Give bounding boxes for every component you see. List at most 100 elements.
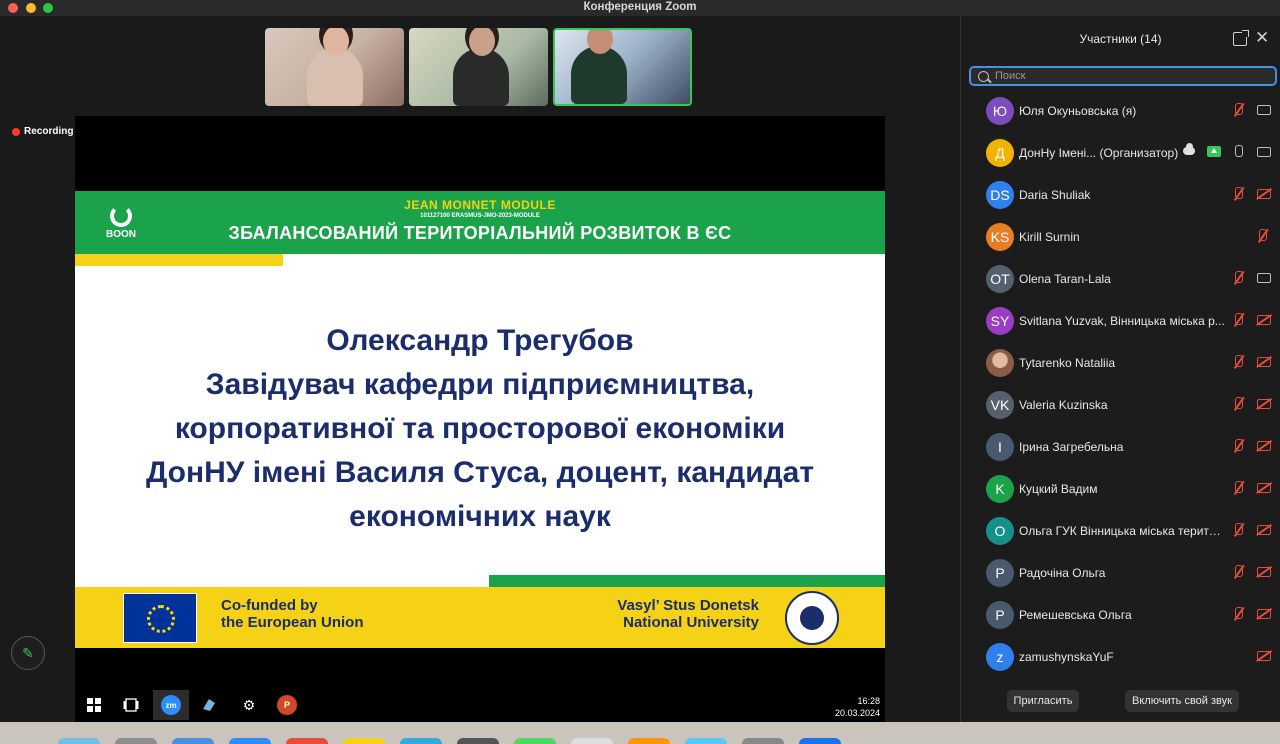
avatar: Р xyxy=(986,601,1014,629)
camera-off-icon[interactable] xyxy=(1257,651,1271,661)
camera-icon[interactable] xyxy=(1257,105,1271,115)
mic-muted-icon[interactable] xyxy=(1233,355,1243,369)
dock-app-icon[interactable] xyxy=(229,738,271,744)
unmute-button[interactable]: Включить свой звук xyxy=(1125,690,1239,712)
slide-line: Олександр Трегубов xyxy=(326,324,634,357)
camera-off-icon[interactable] xyxy=(1257,525,1271,535)
participant-row[interactable]: Ю Юля Окуньовська (я) xyxy=(961,90,1280,132)
search-icon xyxy=(978,70,989,82)
mic-muted-icon[interactable] xyxy=(1233,187,1243,201)
avatar: Д xyxy=(986,139,1014,167)
slide-module-title: JEAN MONNET MODULE xyxy=(404,198,556,212)
participant-name: Tytarenko Nataliia xyxy=(1019,356,1116,370)
camera-off-icon[interactable] xyxy=(1257,357,1271,367)
participant-video-thumbnail[interactable] xyxy=(265,28,404,106)
participant-row[interactable]: Р Радочіна Ольга xyxy=(961,552,1280,594)
participants-search[interactable] xyxy=(969,66,1277,86)
avatar: KS xyxy=(986,223,1014,251)
university-line: Vasyl’ Stus Donetsk xyxy=(617,597,759,614)
dock-app-icon[interactable] xyxy=(628,738,670,744)
slide-line: корпоративної та просторової економіки xyxy=(174,412,786,445)
invite-button[interactable]: Пригласить xyxy=(1007,690,1079,712)
dock-app-icon[interactable] xyxy=(115,738,157,744)
camera-icon[interactable] xyxy=(1257,147,1271,157)
shared-screen: BOON JEAN MONNET MODULE 101127100 ERASMU… xyxy=(75,116,885,722)
recording-indicator: Recording xyxy=(12,126,73,137)
mic-muted-icon[interactable] xyxy=(1257,229,1267,243)
participant-row[interactable]: KS Kirill Surnin xyxy=(961,216,1280,258)
close-panel-icon[interactable]: ✕ xyxy=(1255,29,1269,47)
avatar: K xyxy=(986,475,1014,503)
eu-line: Co-funded by xyxy=(221,597,318,614)
clock-date: 20.03.2024 xyxy=(834,708,880,718)
dock-app-icon[interactable] xyxy=(172,738,214,744)
dock-app-icon[interactable] xyxy=(286,738,328,744)
mic-icon[interactable] xyxy=(1233,145,1243,159)
popout-icon[interactable] xyxy=(1233,30,1249,46)
dock-app-icon[interactable] xyxy=(514,738,556,744)
app-taskbar-icon[interactable] xyxy=(195,692,223,718)
dock-app-icon[interactable] xyxy=(400,738,442,744)
participant-name: Ірина Загребельна xyxy=(1019,440,1124,454)
mic-muted-icon[interactable] xyxy=(1233,523,1243,537)
task-view-icon[interactable] xyxy=(117,692,145,718)
avatar: SY xyxy=(986,307,1014,335)
university-line: National University xyxy=(623,614,759,631)
participant-row[interactable]: SY Svitlana Yuzvak, Вінницька міська р... xyxy=(961,300,1280,342)
participant-name: Svitlana Yuzvak, Вінницька міська р... xyxy=(1019,314,1225,328)
participant-name: Valeria Kuzinska xyxy=(1019,398,1108,412)
mic-muted-icon[interactable] xyxy=(1233,313,1243,327)
participant-row[interactable]: Р Ремешевська Ольга xyxy=(961,594,1280,636)
participant-row[interactable]: K Куцкий Вадим xyxy=(961,468,1280,510)
participant-row[interactable]: Tytarenko Nataliia xyxy=(961,342,1280,384)
participant-row[interactable]: О Ольга ГУК Вінницька міська терито... xyxy=(961,510,1280,552)
mic-muted-icon[interactable] xyxy=(1233,565,1243,579)
dock-app-icon[interactable] xyxy=(457,738,499,744)
taskbar-clock[interactable]: 16:28 20.03.2024 xyxy=(835,695,880,719)
avatar: Ю xyxy=(986,97,1014,125)
camera-off-icon[interactable] xyxy=(1257,483,1271,493)
participant-row[interactable]: Д ДонНу Імені... (Организатор) xyxy=(961,132,1280,174)
avatar xyxy=(986,349,1014,377)
participant-row[interactable]: z zamushynskaYuF xyxy=(961,636,1280,678)
participant-video-thumbnail[interactable] xyxy=(409,28,548,106)
participant-name: Юля Окуньовська (я) xyxy=(1019,104,1137,118)
camera-off-icon[interactable] xyxy=(1257,315,1271,325)
camera-icon[interactable] xyxy=(1257,273,1271,283)
participant-row[interactable]: VK Valeria Kuzinska xyxy=(961,384,1280,426)
participant-name: Радочіна Ольга xyxy=(1019,566,1106,580)
settings-gear-icon[interactable]: ⚙ xyxy=(235,692,263,718)
dock-app-icon[interactable] xyxy=(799,738,841,744)
zoom-taskbar-icon[interactable]: zm xyxy=(153,690,189,720)
dock-app-icon[interactable] xyxy=(571,738,613,744)
participant-row[interactable]: І Ірина Загребельна xyxy=(961,426,1280,468)
mic-muted-icon[interactable] xyxy=(1233,439,1243,453)
university-seal-icon xyxy=(785,591,839,645)
powerpoint-taskbar-icon[interactable]: P xyxy=(273,692,301,718)
participant-name: Olena Taran-Lala xyxy=(1019,272,1111,286)
mic-muted-icon[interactable] xyxy=(1233,397,1243,411)
camera-off-icon[interactable] xyxy=(1257,609,1271,619)
participant-row[interactable]: OT Olena Taran-Lala xyxy=(961,258,1280,300)
dock-app-icon[interactable] xyxy=(343,738,385,744)
camera-off-icon[interactable] xyxy=(1257,441,1271,451)
dock-app-icon[interactable] xyxy=(742,738,784,744)
avatar: z xyxy=(986,643,1014,671)
slide-body-text: Олександр Трегубов Завідувач кафедри під… xyxy=(95,319,865,539)
camera-off-icon[interactable] xyxy=(1257,189,1271,199)
participant-row[interactable]: DS Daria Shuliak xyxy=(961,174,1280,216)
mic-muted-icon[interactable] xyxy=(1233,607,1243,621)
mic-muted-icon[interactable] xyxy=(1233,271,1243,285)
dock-app-icon[interactable] xyxy=(58,738,100,744)
dock-app-icon[interactable] xyxy=(685,738,727,744)
active-speaker-video-thumbnail[interactable] xyxy=(553,28,692,106)
mic-muted-icon[interactable] xyxy=(1233,481,1243,495)
search-input[interactable] xyxy=(995,70,1275,82)
mic-muted-icon[interactable] xyxy=(1233,103,1243,117)
camera-off-icon[interactable] xyxy=(1257,567,1271,577)
annotate-pencil-button[interactable]: ✎ xyxy=(11,636,45,670)
avatar: VK xyxy=(986,391,1014,419)
slide-accent-strip xyxy=(489,575,885,587)
windows-start-icon[interactable] xyxy=(80,692,108,718)
camera-off-icon[interactable] xyxy=(1257,399,1271,409)
